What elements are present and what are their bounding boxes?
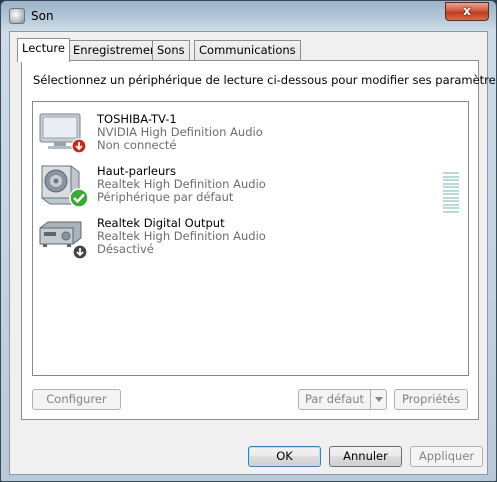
close-button[interactable]: x bbox=[445, 2, 489, 21]
device-driver: Realtek High Definition Audio bbox=[97, 229, 266, 243]
level-meter-bar bbox=[443, 193, 459, 195]
cancel-button[interactable]: Annuler bbox=[329, 446, 402, 467]
device-status: Non connecté bbox=[97, 138, 177, 152]
device-row-haut-parleurs[interactable]: Haut-parleurs Realtek High Definition Au… bbox=[35, 160, 465, 214]
device-status: Désactivé bbox=[97, 242, 154, 256]
level-meter-bar bbox=[443, 172, 459, 174]
device-name: Haut-parleurs bbox=[97, 164, 176, 178]
level-meter-bar bbox=[443, 203, 459, 206]
playback-device-list[interactable]: TOSHIBA-TV-1 NVIDIA High Definition Audi… bbox=[32, 101, 469, 376]
device-name: TOSHIBA-TV-1 bbox=[97, 112, 177, 126]
default-checkmark-icon bbox=[69, 188, 89, 208]
tab-lecture[interactable]: Lecture bbox=[17, 38, 70, 62]
window-title: Son bbox=[31, 9, 54, 23]
tab-communications[interactable]: Communications bbox=[194, 40, 301, 61]
ok-button[interactable]: OK bbox=[248, 446, 321, 467]
configure-button[interactable]: Configurer bbox=[32, 389, 121, 410]
properties-button[interactable]: Propriétés bbox=[394, 389, 468, 410]
tab-panel-lecture: Sélectionnez un périphérique de lecture … bbox=[21, 60, 496, 420]
apply-button[interactable]: Appliquer bbox=[410, 446, 483, 467]
set-default-split-button[interactable]: Par défaut bbox=[298, 389, 387, 410]
disabled-badge-icon bbox=[72, 244, 88, 260]
level-meter-bar bbox=[443, 175, 459, 178]
device-row-realtek-digital-output[interactable]: Realtek Digital Output Realtek High Defi… bbox=[35, 212, 465, 264]
dropdown-arrow-icon[interactable] bbox=[370, 390, 386, 409]
device-row-toshiba-tv[interactable]: TOSHIBA-TV-1 NVIDIA High Definition Audi… bbox=[35, 108, 465, 160]
title-bar[interactable]: Son x bbox=[1, 1, 496, 31]
level-meter-bar bbox=[443, 200, 459, 202]
volume-level-meter bbox=[443, 172, 459, 214]
device-name: Realtek Digital Output bbox=[97, 216, 225, 230]
level-meter-bar bbox=[443, 207, 459, 209]
level-meter-bar bbox=[443, 186, 459, 188]
sound-dialog-window: Son x Lecture Enregistrement Sons Commun… bbox=[0, 0, 497, 482]
level-meter-bar bbox=[443, 189, 459, 192]
speaker-app-icon bbox=[9, 8, 25, 24]
set-default-label: Par défaut bbox=[304, 392, 365, 406]
level-meter-bar bbox=[443, 182, 459, 185]
tab-sons[interactable]: Sons bbox=[152, 40, 190, 61]
dialog-client-area: Lecture Enregistrement Sons Communicatio… bbox=[9, 31, 496, 475]
device-driver: NVIDIA High Definition Audio bbox=[97, 125, 263, 139]
disconnected-badge-icon bbox=[71, 138, 87, 154]
level-meter-bar bbox=[443, 179, 459, 181]
device-status: Périphérique par défaut bbox=[97, 190, 234, 204]
instruction-text: Sélectionnez un périphérique de lecture … bbox=[33, 73, 497, 87]
device-driver: Realtek High Definition Audio bbox=[97, 177, 266, 191]
level-meter-bar bbox=[443, 196, 459, 199]
